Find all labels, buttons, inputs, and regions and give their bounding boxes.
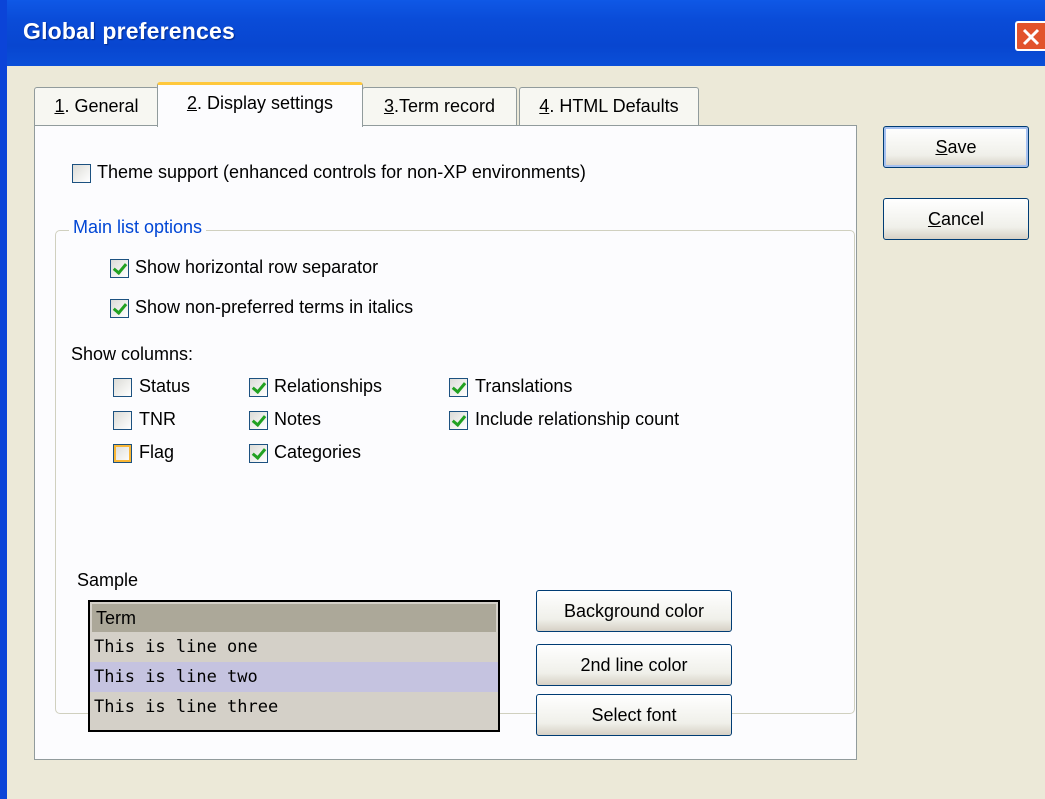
main-list-options-title: Main list options [69,217,207,238]
notes-checkbox[interactable] [249,411,268,430]
tab-display-settings-key: 2 [186,93,197,113]
save-accelerator: S [935,137,948,157]
categories-label: Categories [274,442,362,462]
second-line-color-button[interactable]: 2nd line color [536,644,732,686]
row-separator-label: Show horizontal row separator [135,257,379,277]
translations-checkbox[interactable] [449,378,468,397]
close-icon [1022,28,1040,46]
tab-html-defaults[interactable]: 4. HTML Defaults [519,87,699,125]
tab-html-defaults-label: . HTML Defaults [549,96,679,116]
save-button[interactable]: Save [883,126,1029,168]
italics-checkbox[interactable] [110,299,129,318]
select-font-button[interactable]: Select font [536,694,732,736]
sample-row: This is line three [94,697,279,717]
theme-support-checkbox[interactable] [72,164,91,183]
background-color-button[interactable]: Background color [536,590,732,632]
tnr-label: TNR [139,409,176,429]
relationship-count-checkbox[interactable] [449,411,468,430]
tnr-checkbox[interactable] [113,411,132,430]
theme-support-label: Theme support (enhanced controls for non… [97,162,586,182]
relationships-label: Relationships [274,376,383,396]
close-button[interactable] [1015,21,1045,51]
tab-term-record[interactable]: 3.Term record [362,87,517,125]
save-label: ave [947,137,977,157]
tab-display-settings[interactable]: 2. Display settings [157,82,363,127]
sample-row: This is line one [94,637,258,657]
window-left-border [0,0,7,799]
sample-list: Term This is line one This is line two T… [88,600,500,732]
row-separator-checkbox[interactable] [110,259,129,278]
title-bar[interactable]: Global preferences [7,0,1045,66]
cancel-button[interactable]: Cancel [883,198,1029,240]
notes-label: Notes [274,409,322,429]
cancel-accelerator: C [927,209,941,229]
tab-general-label: . General [64,96,139,116]
tab-term-record-label: .Term record [393,96,496,116]
tab-term-record-key: 3 [383,96,394,116]
tab-general-key: 1 [54,96,65,116]
relationships-checkbox[interactable] [249,378,268,397]
sample-label: Sample [77,570,139,590]
tab-html-defaults-key: 4 [539,96,550,116]
show-columns-label: Show columns: [71,344,194,364]
tab-general[interactable]: 1. General [34,87,159,125]
flag-checkbox[interactable] [113,444,132,463]
status-checkbox[interactable] [113,378,132,397]
categories-checkbox[interactable] [249,444,268,463]
sample-row: This is line two [90,662,498,692]
dialog-body: 1. General 2. Display settings 3.Term re… [7,66,1045,799]
italics-label: Show non-preferred terms in italics [135,297,414,317]
sample-list-header: Term [92,604,496,632]
translations-label: Translations [475,376,573,396]
display-settings-panel: Theme support (enhanced controls for non… [34,125,857,760]
cancel-label: ancel [940,209,985,229]
flag-label: Flag [139,442,175,462]
window-title: Global preferences [23,18,235,44]
status-label: Status [139,376,191,396]
relationship-count-label: Include relationship count [475,409,680,429]
tab-display-settings-label: . Display settings [196,93,334,113]
